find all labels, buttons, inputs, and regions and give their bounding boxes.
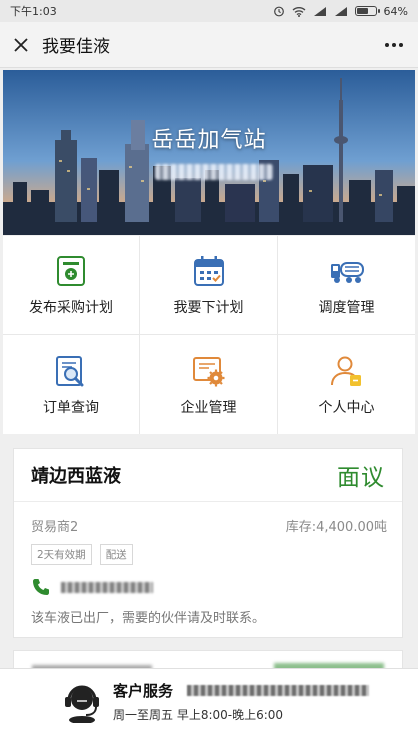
battery-icon (354, 6, 380, 16)
enterprise-gear-icon (192, 356, 224, 386)
close-icon (14, 37, 28, 52)
battery-percent: 64% (383, 4, 408, 18)
menu-label: 个人中心 (318, 399, 375, 416)
service-phones-redacted (187, 685, 369, 696)
customer-service-bar[interactable]: 客户服务 周一至周五 早上8:00-晚上6:00 (0, 668, 418, 735)
nav-bar: 我要佳液 (0, 22, 418, 68)
battery-level (356, 8, 368, 14)
listing-title: 靖边西蓝液 (31, 466, 121, 487)
listing-card[interactable]: 靖边西蓝液 面议 贸易商2 库存:4,400.00吨 2天有效期 配送 该车液已… (13, 448, 403, 638)
close-button[interactable] (0, 22, 42, 68)
station-name: 岳岳加气站 (151, 128, 267, 153)
menu-label: 订单查询 (43, 399, 99, 416)
phone-number-redacted (61, 581, 153, 593)
menu-publish-purchase-plan[interactable]: 发布采购计划 (3, 236, 140, 335)
menu-label: 调度管理 (318, 300, 375, 316)
station-banner: 岳岳加气站 (3, 70, 415, 235)
status-icons: 64% (273, 5, 408, 18)
status-time: 下午1:03 (10, 5, 57, 18)
listing-meta: 贸易商2 库存:4,400.00吨 (14, 502, 402, 535)
more-button[interactable] (384, 22, 404, 68)
menu-personal-center[interactable]: 个人中心 (278, 335, 415, 434)
menu-label: 我要下计划 (173, 300, 244, 316)
listing-phone[interactable] (14, 565, 402, 597)
signal-icon (313, 6, 326, 16)
listing-price: 面议 (337, 465, 385, 491)
service-hours: 周一至周五 早上8:00-晚上6:00 (113, 708, 284, 722)
menu-grid: 发布采购计划 我要下计划 调度管理 订单查询 企业管理 个人中心 (3, 236, 415, 434)
wifi-icon (292, 6, 305, 17)
station-phone-redacted (155, 164, 273, 180)
customer-service-title: 客户服务 (113, 682, 174, 700)
menu-order-query[interactable]: 订单查询 (3, 335, 140, 434)
listing-seller: 贸易商2 (31, 520, 79, 535)
listing-tags: 2天有效期 配送 (14, 535, 402, 565)
listing-header: 靖边西蓝液 面议 (14, 449, 402, 502)
tag-validity: 2天有效期 (31, 544, 92, 565)
more-dots-icon (385, 43, 403, 47)
menu-label: 发布采购计划 (29, 300, 113, 316)
menu-enterprise-management[interactable]: 企业管理 (140, 335, 278, 434)
truck-dispatch-icon (330, 262, 364, 283)
customer-service-headset-icon (65, 685, 99, 723)
menu-label: 企业管理 (180, 399, 237, 416)
tag-delivery: 配送 (99, 544, 133, 565)
signal-2-icon (334, 6, 347, 16)
order-search-icon (56, 355, 84, 386)
menu-dispatch-management[interactable]: 调度管理 (278, 236, 415, 335)
page-title: 我要佳液 (42, 37, 110, 57)
phone-icon (33, 579, 49, 595)
menu-make-plan[interactable]: 我要下计划 (140, 236, 278, 335)
calendar-plan-icon (193, 256, 224, 286)
user-center-icon (330, 356, 361, 386)
status-bar: 下午1:03 64% (0, 0, 418, 22)
alarm-icon (273, 6, 284, 17)
listing-notice: 该车液已出厂，需要的伙伴请及时联系。 (31, 611, 266, 626)
purchase-plan-icon (57, 256, 85, 286)
listing-stock: 库存:4,400.00吨 (285, 520, 387, 535)
